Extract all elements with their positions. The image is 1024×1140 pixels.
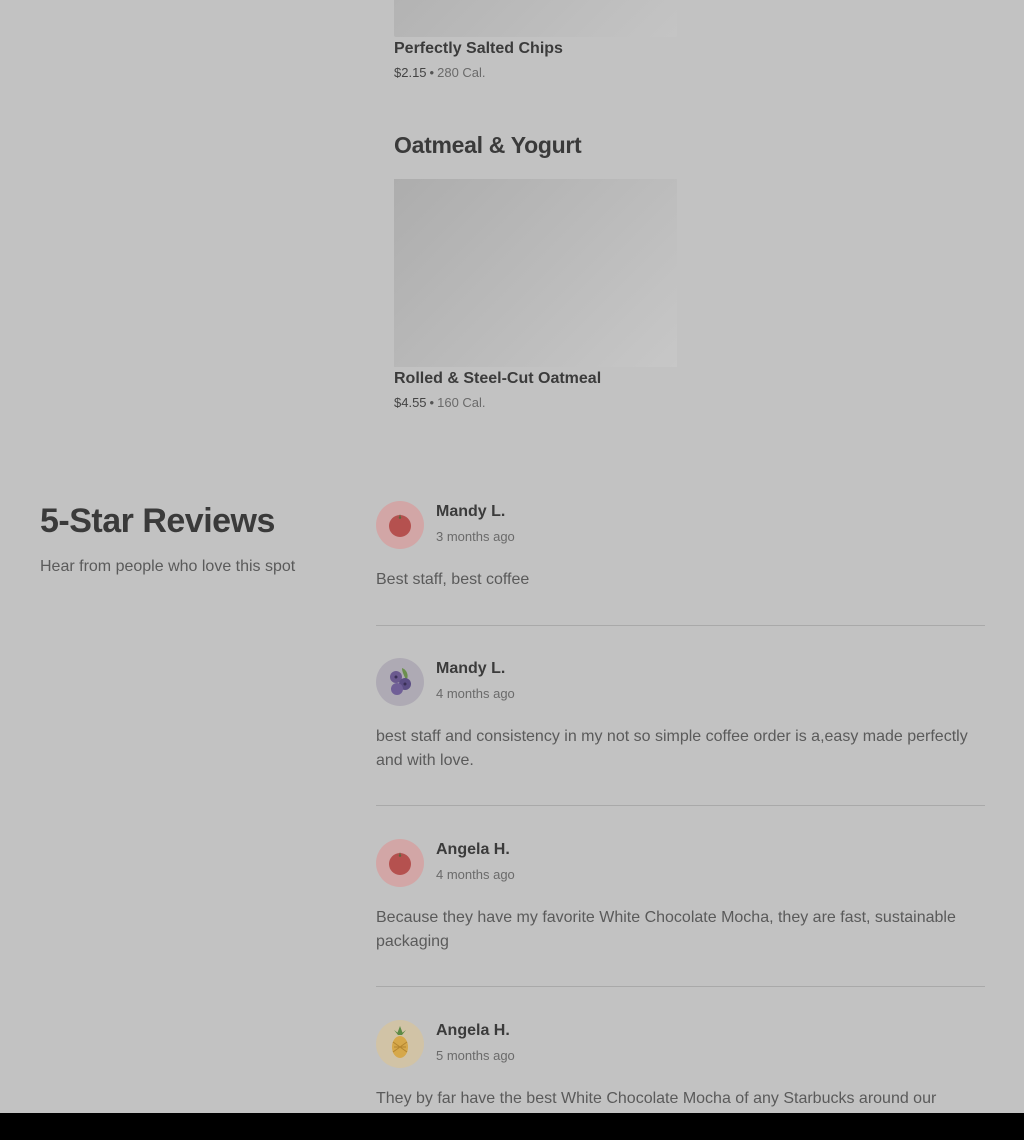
menu-item-price: $2.15: [394, 65, 427, 80]
menu-item-name[interactable]: Rolled & Steel-Cut Oatmeal: [394, 370, 601, 388]
pineapple-icon: [376, 1020, 424, 1068]
review-time: 4 months ago: [436, 867, 515, 882]
blueberry-icon: [376, 658, 424, 706]
review-time: 3 months ago: [436, 529, 515, 544]
menu-item-name[interactable]: Perfectly Salted Chips: [394, 40, 563, 58]
menu-item-image[interactable]: [394, 179, 677, 367]
separator: •: [429, 65, 435, 80]
menu-item-price: $4.55: [394, 395, 427, 410]
divider: [376, 625, 985, 626]
divider: [376, 986, 985, 987]
category-title: Oatmeal & Yogurt: [394, 132, 582, 158]
menu-item-meta: $4.55 • 160 Cal.: [394, 395, 486, 410]
reviewer-name: Angela H.: [436, 1022, 510, 1039]
bottom-bar: [0, 1113, 1024, 1140]
menu-item-meta: $2.15 • 280 Cal.: [394, 65, 486, 80]
review-time: 5 months ago: [436, 1048, 515, 1063]
reviewer-name: Mandy L.: [436, 660, 506, 677]
menu-item-calories: 280 Cal.: [437, 65, 486, 80]
divider: [376, 805, 985, 806]
review-text: Best staff, best coffee: [376, 571, 530, 588]
tomato-icon: [376, 839, 424, 887]
menu-item-image[interactable]: [394, 0, 677, 37]
tomato-icon: [376, 501, 424, 549]
review-text: They by far have the best White Chocolat…: [376, 1090, 937, 1107]
reviews-subtitle: Hear from people who love this spot: [40, 558, 296, 575]
review-text: best staff and consistency in my not so …: [376, 728, 968, 769]
menu-item-calories: 160 Cal.: [437, 395, 486, 410]
reviewer-name: Angela H.: [436, 841, 510, 858]
reviewer-name: Mandy L.: [436, 503, 506, 520]
review-time: 4 months ago: [436, 686, 515, 701]
separator: •: [429, 395, 435, 410]
review-text: Because they have my favorite White Choc…: [376, 909, 956, 950]
reviews-title: 5-Star Reviews: [40, 502, 275, 540]
